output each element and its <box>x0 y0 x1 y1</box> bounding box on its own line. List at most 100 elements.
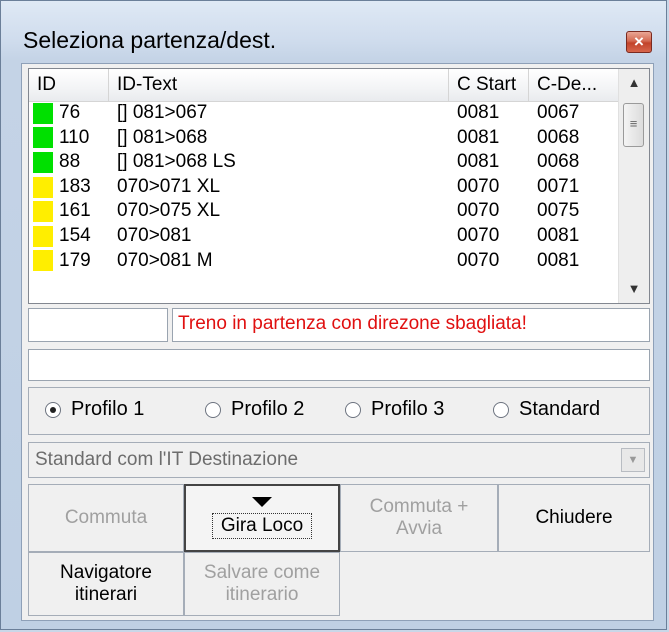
radio-unchecked-icon <box>345 401 361 418</box>
cell-id-text: 070>075 XL <box>117 200 221 222</box>
gira-loco-label: Gira Loco <box>211 513 313 539</box>
dialog-body: ID ID-Text C Start C-De... 76 [] 081>067 0… <box>21 63 654 621</box>
list-rows: 76 [] 081>067 0081 0067 110 [] 081>068 0081 006… <box>29 101 621 273</box>
cell-id-text: 183 <box>59 175 91 197</box>
cell-id-text: [] 081>068 <box>117 126 208 148</box>
radio-unchecked-icon <box>493 401 509 418</box>
status-swatch-icon <box>33 225 53 247</box>
vertical-scrollbar[interactable]: ▲ ≡ ▼ <box>618 69 649 303</box>
commuta-avvia-label-1: Commuta + <box>369 496 469 517</box>
cell-c-start: 0070 <box>457 175 500 197</box>
table-row[interactable]: 179 070>081 M 0070 0081 <box>29 249 621 274</box>
table-row[interactable]: 154 070>081 0070 0081 <box>29 224 621 249</box>
cell-id: 154 <box>29 224 109 249</box>
dialog-window: Seleziona partenza/dest. × ID ID-Text C … <box>0 0 667 630</box>
table-row[interactable]: 110 [] 081>068 0081 0068 <box>29 126 621 151</box>
cell-id-text: 070>071 XL <box>117 175 221 197</box>
salvare-label-1: Salvare come <box>203 562 321 583</box>
window-title: Seleziona partenza/dest. <box>23 27 277 53</box>
cell-c-start: 0081 <box>457 151 500 173</box>
cell-c-dest: 0068 <box>537 151 580 173</box>
close-button[interactable]: × <box>626 31 652 53</box>
table-row[interactable]: 161 070>075 XL 0070 0075 <box>29 199 621 224</box>
cell-c-start: 0070 <box>457 224 500 246</box>
cell-c-start: 0070 <box>457 249 500 271</box>
list-header: ID ID-Text C Start C-De... <box>29 69 621 102</box>
cell-id-text: 88 <box>59 151 81 173</box>
cell-id: 76 <box>29 101 109 126</box>
radio-unchecked-icon <box>205 401 221 418</box>
cell-c-dest: 0075 <box>537 200 580 222</box>
radio-standard[interactable]: Standard <box>493 398 600 421</box>
cell-id: 110 <box>29 126 109 151</box>
cell-id-text: 110 <box>59 126 90 148</box>
radio-label: Profilo 1 <box>71 398 145 420</box>
scroll-down-icon[interactable]: ▼ <box>619 275 649 303</box>
info-field[interactable] <box>28 349 650 381</box>
cell-c-start: 0081 <box>457 102 500 123</box>
column-header-c-dest[interactable]: C-De... <box>529 69 621 101</box>
column-header-id-text[interactable]: ID-Text <box>109 69 449 101</box>
chevron-down-icon[interactable]: ▼ <box>621 448 645 472</box>
salvare-itinerario-button[interactable]: Salvare come itinerario <box>184 552 340 616</box>
combo-value: Standard com l'IT Destinazione <box>35 449 299 470</box>
scroll-thumb[interactable]: ≡ <box>623 103 644 147</box>
cell-id-text: 154 <box>59 224 91 246</box>
column-header-c-start[interactable]: C Start <box>449 69 529 101</box>
cell-id-text: [] 081>067 <box>117 102 208 123</box>
status-swatch-icon <box>33 201 53 223</box>
navigatore-label-2: itinerari <box>74 584 138 605</box>
cell-c-start: 0081 <box>457 126 500 148</box>
radio-profilo-1[interactable]: Profilo 1 <box>45 398 144 421</box>
commuta-button[interactable]: Commuta <box>28 484 184 552</box>
cell-c-dest: 0068 <box>537 126 580 148</box>
status-swatch-icon <box>33 127 53 149</box>
gira-loco-button[interactable]: Gira Loco <box>184 484 340 552</box>
cell-c-dest: 0081 <box>537 249 580 271</box>
table-row[interactable]: 88 [] 081>068 LS 0081 0068 <box>29 150 621 175</box>
status-swatch-icon <box>33 151 53 173</box>
triangle-down-icon <box>252 497 272 507</box>
cell-id-text: 161 <box>59 200 91 222</box>
destination-combo[interactable]: Standard com l'IT Destinazione ▼ <box>28 442 650 478</box>
cell-c-dest: 0067 <box>537 102 580 123</box>
table-row[interactable]: 76 [] 081>067 0081 0067 <box>29 101 621 126</box>
status-message: Treno in partenza con direzone sbagliata… <box>172 308 650 342</box>
cell-id: 161 <box>29 199 109 224</box>
radio-label: Profilo 3 <box>371 398 445 420</box>
profile-radio-group: Profilo 1 Profilo 2 Profilo 3 Standard <box>28 387 650 435</box>
cell-c-start: 0070 <box>457 200 500 222</box>
cell-id: 179 <box>29 249 109 274</box>
navigatore-itinerari-button[interactable]: Navigatore itinerari <box>28 552 184 616</box>
cell-id-text: [] 081>068 LS <box>117 151 236 173</box>
navigatore-label-1: Navigatore <box>60 562 152 583</box>
table-row[interactable]: 183 070>071 XL 0070 0071 <box>29 175 621 200</box>
cell-id-text: 179 <box>59 249 91 271</box>
radio-label: Profilo 2 <box>231 398 305 420</box>
status-swatch-icon <box>33 102 53 124</box>
commuta-avvia-button[interactable]: Commuta + Avvia <box>340 484 498 552</box>
chiudere-label: Chiudere <box>535 507 613 528</box>
status-swatch-icon <box>33 250 53 272</box>
column-header-id[interactable]: ID <box>29 69 109 101</box>
chiudere-button[interactable]: Chiudere <box>498 484 650 552</box>
title-bar[interactable]: Seleziona partenza/dest. × <box>1 1 666 67</box>
cell-c-dest: 0071 <box>537 175 580 197</box>
cell-id: 183 <box>29 175 109 200</box>
commuta-label: Commuta <box>64 507 148 528</box>
cell-id-text: 76 <box>59 102 81 123</box>
cell-c-dest: 0081 <box>537 224 580 246</box>
code-field[interactable] <box>28 308 168 342</box>
status-swatch-icon <box>33 176 53 198</box>
radio-profilo-2[interactable]: Profilo 2 <box>205 398 304 421</box>
cell-id-text: 070>081 <box>117 224 192 246</box>
radio-profilo-3[interactable]: Profilo 3 <box>345 398 444 421</box>
cell-id-text: 070>081 M <box>117 249 213 271</box>
radio-checked-icon <box>45 401 61 418</box>
close-icon: × <box>634 32 644 51</box>
cell-id: 88 <box>29 150 109 175</box>
route-list[interactable]: ID ID-Text C Start C-De... 76 [] 081>067 0… <box>28 68 650 304</box>
scroll-up-icon[interactable]: ▲ <box>619 69 649 97</box>
salvare-label-2: itinerario <box>225 584 299 605</box>
radio-label: Standard <box>519 398 601 420</box>
